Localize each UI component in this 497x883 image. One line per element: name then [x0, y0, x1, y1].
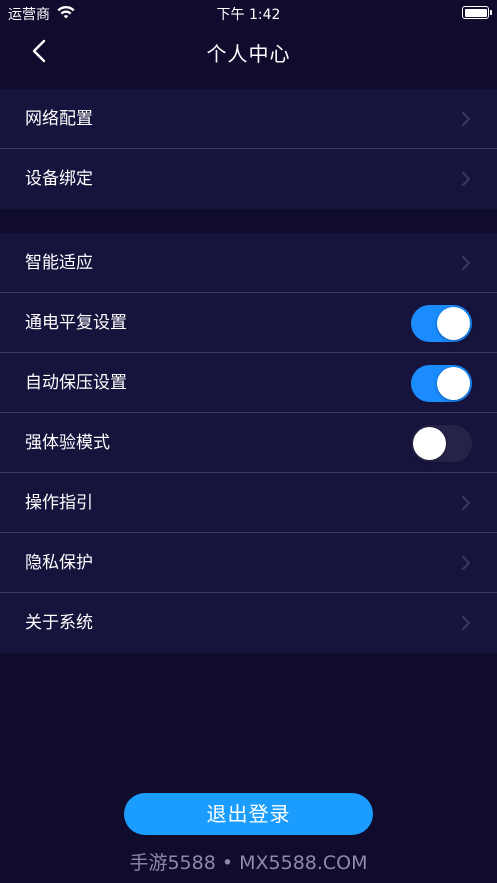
battery-icon: [462, 6, 492, 19]
toggle-knob: [437, 367, 470, 400]
settings-row-smart-adapt[interactable]: 智能适应: [0, 233, 497, 293]
settings-row-operation-guide[interactable]: 操作指引: [0, 473, 497, 533]
row-label: 隐私保护: [25, 553, 93, 573]
status-time: 下午 1:42: [216, 7, 281, 23]
settings-row-device-binding[interactable]: 设备绑定: [0, 149, 497, 209]
auto-pressure-hold-toggle[interactable]: [411, 365, 472, 402]
logout-button[interactable]: 退出登录: [124, 793, 373, 835]
row-label: 关于系统: [25, 613, 93, 633]
row-label: 自动保压设置: [25, 373, 127, 393]
chevron-right-icon: [462, 616, 470, 630]
chevron-right-icon: [462, 556, 470, 570]
settings-row-power-on-reset: 通电平复设置: [0, 293, 497, 353]
row-label: 网络配置: [25, 109, 93, 129]
settings-group-1: 网络配置 设备绑定: [0, 89, 497, 209]
toggle-knob: [413, 427, 446, 460]
status-bar: 运营商 下午 1:42: [0, 0, 497, 26]
strong-experience-toggle[interactable]: [411, 425, 472, 462]
toggle-knob: [437, 307, 470, 340]
settings-row-strong-experience: 强体验模式: [0, 413, 497, 473]
page-title: 个人中心: [206, 42, 291, 66]
row-label: 操作指引: [25, 493, 93, 513]
power-on-reset-toggle[interactable]: [411, 305, 472, 342]
settings-row-auto-pressure-hold: 自动保压设置: [0, 353, 497, 413]
chevron-right-icon: [462, 172, 470, 186]
settings-row-network-config[interactable]: 网络配置: [0, 89, 497, 149]
row-label: 智能适应: [25, 253, 93, 273]
watermark-text: 手游5588 • MX5588.COM: [129, 852, 368, 874]
nav-bar: 个人中心: [0, 26, 497, 76]
row-label: 通电平复设置: [25, 313, 127, 333]
row-label: 强体验模式: [25, 433, 110, 453]
settings-row-about[interactable]: 关于系统: [0, 593, 497, 653]
chevron-right-icon: [462, 112, 470, 126]
row-label: 设备绑定: [25, 169, 93, 189]
chevron-right-icon: [462, 256, 470, 270]
settings-group-2: 智能适应 通电平复设置 自动保压设置 强体验模式 操作指引 隐私保护 关于系统: [0, 233, 497, 653]
chevron-right-icon: [462, 496, 470, 510]
settings-row-privacy[interactable]: 隐私保护: [0, 533, 497, 593]
